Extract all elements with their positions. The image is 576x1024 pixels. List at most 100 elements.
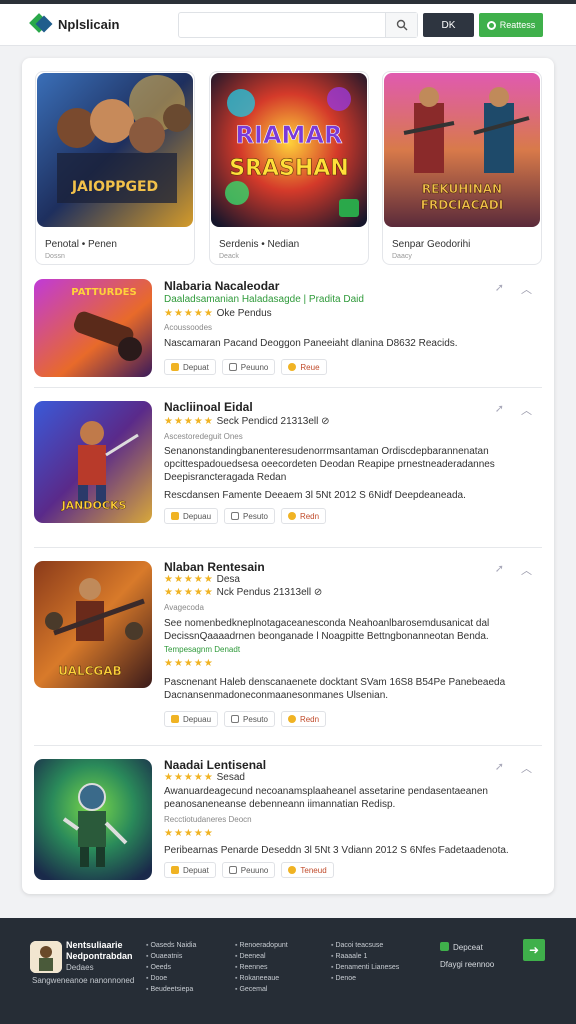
footer-link[interactable]: Denoe — [331, 973, 399, 984]
pesuto-button[interactable]: Pesuto — [224, 711, 275, 727]
row-rating: ★★★★★ Seck Pendicd 21313ell ⊘ — [164, 416, 330, 427]
badge-icon — [288, 363, 297, 371]
depuau-button[interactable]: Depuau — [164, 711, 219, 727]
footer-link[interactable]: Dacoi teacsuse — [331, 940, 399, 951]
list-item[interactable]: JANDOCKS Nacliinoal Eidal ➚ ︿ ★★★★★ Seck… — [34, 388, 542, 548]
row-line: Nascamaran Pacand Deoggon Paneeiaht dlan… — [164, 338, 458, 349]
green-button[interactable]: Reattess — [479, 13, 543, 37]
row-rating: ★★★★★ Oke Pendus — [164, 308, 272, 319]
featured-title: Senpar Geodorihi — [392, 239, 471, 250]
redn-button[interactable]: Redn — [280, 508, 327, 524]
badge-icon — [287, 512, 296, 520]
row-line: Recctiotudaneres Deocn — [164, 815, 252, 824]
pin-icon[interactable]: ➚ — [495, 281, 504, 294]
svg-text:JANDOCKS: JANDOCKS — [61, 499, 127, 512]
featured-card-2[interactable]: RIAMAR SRASHAN Serdenis • Nedian Deack — [209, 71, 369, 265]
teneud-button[interactable]: Teneud — [281, 862, 334, 878]
depuau-button[interactable]: Depuau — [164, 508, 219, 524]
chat-icon — [231, 715, 240, 723]
game-thumbnail: UALCGAB — [34, 561, 152, 688]
list-item[interactable]: UALCGAB Nlaban Rentesain ➚ ︿ ★★★★★ Desa … — [34, 548, 542, 746]
list-item[interactable]: Naadai Lentisenal ➚ ︿ ★★★★★ Sesad Awanua… — [34, 746, 542, 886]
featured-title: Penotal • Penen — [45, 239, 117, 250]
row-rating: ★★★★★ Desa — [164, 574, 240, 585]
row-title[interactable]: Nacliinoal Eidal — [164, 400, 253, 414]
coin-icon — [171, 363, 179, 371]
row-actions: Depuau Pesuto Redn — [164, 711, 327, 727]
footer-col-3: Dacoi teacsuse Raaaale 1 Denamenti Liane… — [331, 940, 399, 984]
chevron-up-icon[interactable]: ︿ — [521, 760, 532, 776]
row-line: Pascnenant Haleb denscanaenete docktant … — [164, 677, 506, 688]
footer-link[interactable]: Deeneal — [235, 951, 288, 962]
footer-link[interactable]: Oeeds — [146, 962, 196, 973]
footer-link[interactable]: Reennes — [235, 962, 288, 973]
featured-image: RIAMAR SRASHAN — [211, 73, 367, 227]
pin-icon[interactable]: ➚ — [495, 760, 504, 773]
green-square-icon — [440, 942, 449, 951]
row-title[interactable]: Nlabaria Nacaleodar — [164, 279, 279, 293]
chat-icon — [228, 363, 237, 371]
redn-button[interactable]: Redn — [280, 711, 327, 727]
arrow-right-icon[interactable]: ➜ — [523, 939, 545, 961]
row-rating: ★★★★★ — [164, 828, 214, 839]
footer-link[interactable]: Rokaneeaue — [235, 973, 288, 984]
row-line: Ascestoredeguit Ones — [164, 432, 243, 441]
row-title[interactable]: Nlaban Rentesain — [164, 560, 265, 574]
chevron-up-icon[interactable]: ︿ — [521, 562, 532, 578]
row-line: opcittespadouedsesa oeecordeten Deodan R… — [164, 459, 495, 470]
coin-icon — [171, 715, 179, 723]
pesuto-button[interactable]: Pesuto — [224, 508, 275, 524]
brand-logo[interactable]: Nplslicain — [29, 13, 120, 34]
reue-button[interactable]: Reue — [281, 359, 327, 375]
chat-icon — [231, 512, 240, 520]
featured-image: REKUHINAN FRDCIACADI — [384, 73, 540, 227]
featured-image: JAIOPPGED — [37, 73, 193, 227]
game-thumbnail: PATTURDES — [34, 279, 152, 377]
row-rating: ★★★★★ Nck Pendus 21313ell ⊘ — [164, 587, 323, 598]
svg-text:JAIOPPGED: JAIOPPGED — [71, 179, 158, 195]
peuuno-button[interactable]: Peuuno — [221, 359, 276, 375]
depuat-button[interactable]: Depuat — [164, 359, 216, 375]
svg-text:SRASHAN: SRASHAN — [229, 156, 349, 181]
chevron-up-icon[interactable]: ︿ — [521, 402, 532, 418]
featured-card-3[interactable]: REKUHINAN FRDCIACADI Senpar Geodorihi Da… — [382, 71, 542, 265]
depuat-button[interactable]: Depuat — [164, 862, 216, 878]
featured-card-1[interactable]: JAIOPPGED Penotal • Penen Dossn — [35, 71, 195, 265]
footer-link[interactable]: Raaaale 1 — [331, 951, 399, 962]
footer-link[interactable]: Denamenti Lianeses — [331, 962, 399, 973]
footer-link[interactable]: Ouaeatnis — [146, 951, 196, 962]
row-title[interactable]: Naadai Lentisenal — [164, 758, 266, 772]
list-item[interactable]: PATTURDES Nlabaria Nacaleodar ➚ ︿ Daalad… — [34, 273, 542, 388]
footer-link[interactable]: Gecemal — [235, 984, 288, 995]
badge-icon — [287, 715, 296, 723]
footer-link[interactable]: Dfaygi reennoo — [440, 960, 494, 969]
svg-text:PATTURDES: PATTURDES — [71, 287, 136, 298]
row-line: peanosaneneanse debenneann iimannatian R… — [164, 799, 396, 810]
footer-right: Depceat Dfaygi reennoo — [440, 942, 494, 969]
pin-icon[interactable]: ➚ — [495, 402, 504, 415]
footer-link[interactable]: Beudeetsiepa — [146, 984, 196, 995]
footer-link[interactable]: Oaseds Naidia — [146, 940, 196, 951]
top-header: Nplslicain DK Reattess — [0, 4, 576, 46]
footer-tagline: Sangweneanoe nanonnoned — [32, 976, 135, 985]
footer-depceat[interactable]: Depceat — [440, 942, 494, 952]
search-input[interactable] — [179, 13, 385, 37]
coin-icon — [171, 512, 179, 520]
footer-link[interactable]: Dooe — [146, 973, 196, 984]
row-actions: Depuau Pesuto Redn — [164, 508, 327, 524]
row-line: Awanuardeagecund necoanamsplaaheanel ass… — [164, 786, 488, 797]
row-line: Tempesagnm Denadt — [164, 645, 241, 654]
dark-button[interactable]: DK — [423, 13, 474, 37]
chevron-up-icon[interactable]: ︿ — [521, 281, 532, 297]
circle-icon — [486, 20, 496, 30]
chat-icon — [228, 866, 237, 874]
pin-icon[interactable]: ➚ — [495, 562, 504, 575]
brand-name: Nplslicain — [58, 16, 120, 32]
featured-subtitle: Dossn — [45, 253, 65, 260]
peuuno-button[interactable]: Peuuno — [221, 862, 276, 878]
row-line: Acoussoodes — [164, 323, 213, 332]
search-button[interactable] — [385, 13, 417, 37]
footer-link[interactable]: Renoeradopunt — [235, 940, 287, 951]
featured-title: Serdenis • Nedian — [219, 239, 300, 250]
footer-col-2: Renoeradopunt Deeneal Reennes Rokaneeaue… — [235, 940, 288, 995]
